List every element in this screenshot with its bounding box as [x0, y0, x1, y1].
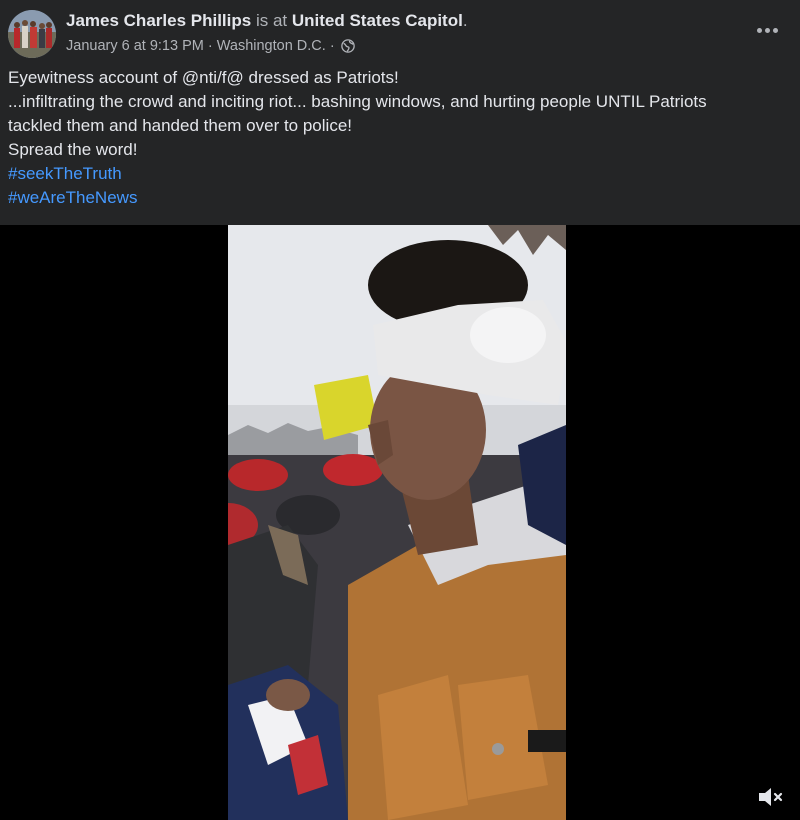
video-player[interactable]	[0, 225, 800, 820]
location-link[interactable]: United States Capitol	[292, 11, 463, 30]
video-still	[228, 225, 566, 820]
volume-muted-icon[interactable]	[756, 784, 786, 810]
hashtag-link[interactable]: #weAreTheNews	[8, 186, 788, 210]
author-name[interactable]: James Charles Phillips	[66, 11, 251, 30]
dot-icon	[756, 27, 762, 33]
post-body: Eyewitness account of @nti/f@ dressed as…	[8, 66, 788, 210]
post-text-line: Eyewitness account of @nti/f@ dressed as…	[8, 68, 399, 87]
dot-icon	[764, 27, 770, 33]
author-avatar[interactable]	[8, 10, 56, 58]
period-text: .	[462, 11, 468, 30]
meta-separator: ·	[207, 38, 213, 55]
video-frame[interactable]	[228, 225, 566, 820]
meta-separator: ·	[329, 38, 335, 55]
hashtag-link[interactable]: #seekTheTruth	[8, 162, 788, 186]
globe-icon	[340, 39, 355, 53]
post-text-line: Spread the word!	[8, 140, 138, 159]
author-line: James Charles Phillips is at United Stat…	[66, 10, 468, 32]
post-text-line: ...infiltrating the crowd and inciting r…	[8, 92, 707, 111]
post-header: James Charles Phillips is at United Stat…	[0, 0, 800, 62]
more-options-button[interactable]	[752, 18, 782, 42]
avatar-image	[8, 10, 56, 58]
post-meta: January 6 at 9:13 PM · Washington D.C. ·	[66, 36, 355, 56]
is-at-text: is at	[255, 11, 288, 30]
post-text-line: tackled them and handed them over to pol…	[8, 116, 352, 135]
post-city[interactable]: Washington D.C.	[217, 38, 326, 54]
post-date[interactable]: January 6 at 9:13 PM	[66, 38, 204, 54]
dot-icon	[772, 27, 778, 33]
